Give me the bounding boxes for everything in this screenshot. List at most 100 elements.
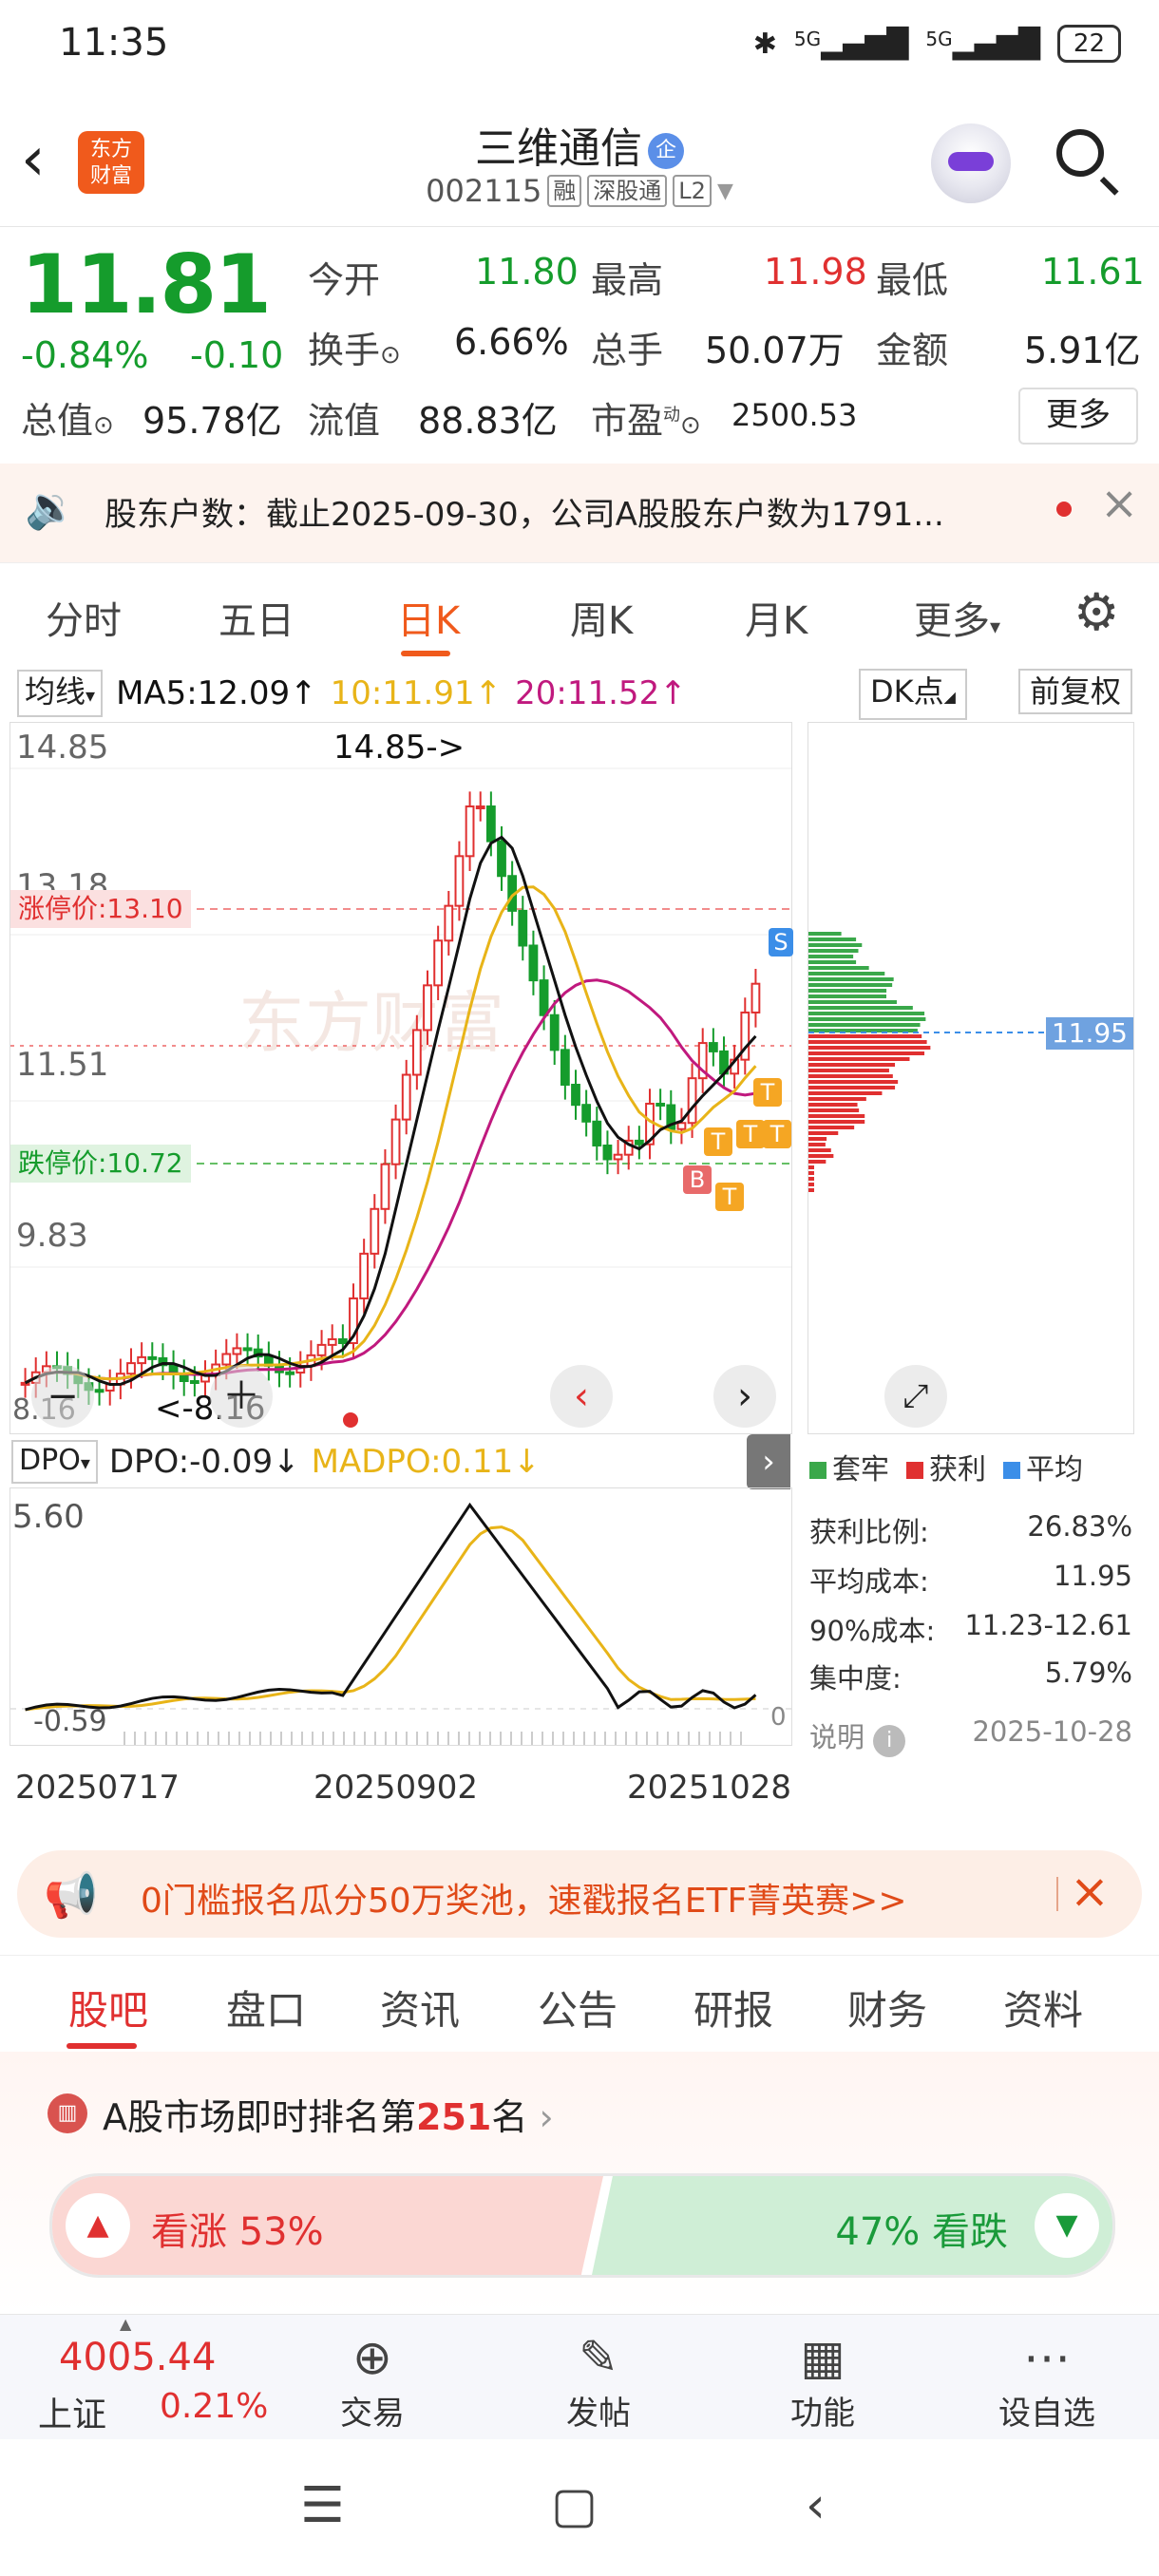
tab-intraday[interactable]: 分时 [46,590,122,645]
t-signal[interactable]: T [715,1183,744,1211]
open-value: 11.80 [475,251,579,293]
chip-bar [808,1046,931,1050]
index-value[interactable]: 4005.44 [59,2336,216,2379]
news-ticker[interactable]: 🔉 股东户数：截止2025-09-30，公司A股股东户数为1791... × [0,464,1159,562]
tab-daily-k[interactable]: 日K [397,590,460,645]
tab-five-day[interactable]: 五日 [218,590,294,645]
expand-icon[interactable]: ⤢ [884,1365,947,1428]
tab-news[interactable]: 资讯 [380,1979,460,2036]
prev-icon[interactable]: ‹ [550,1365,613,1428]
tag-connect: 深股通 [587,175,668,207]
t-signal[interactable]: T [763,1120,791,1148]
adjust-button[interactable]: 前复权 [1018,669,1133,714]
index-name[interactable]: 上证 [38,2387,106,2436]
info-tabs: 股吧 盘口 资讯 公告 研报 财务 资料 [0,1955,1159,2053]
close-icon[interactable]: × [1100,477,1138,530]
kline-svg: 东方财富 [10,767,791,1406]
tab-monthly-k[interactable]: 月K [745,590,808,645]
t-signal[interactable]: T [753,1078,782,1107]
dropdown-icon: ▼ [716,179,733,203]
chip-legend: 套牢 获利 平均 [809,1446,1083,1487]
chip-bar [808,983,893,987]
candle-up [613,1153,623,1161]
candle-up [411,1029,422,1076]
change-amount: -0.10 [190,334,284,376]
change-percent: -0.84% [21,334,149,376]
candle-up [390,1118,401,1165]
sell-signal[interactable]: S [769,928,793,957]
nav-post[interactable]: ✎ 发帖 [532,2328,665,2434]
tab-more[interactable]: 更多▾ [914,590,1000,645]
vote-up-label[interactable]: 看涨 53% [151,2201,324,2256]
candle-up [327,1337,337,1346]
dk-point-button[interactable]: DK点◢ [859,669,967,720]
chip-bar [808,1183,814,1186]
chip-bar [808,1051,925,1055]
promo-banner[interactable]: 📢 0门槛报名瓜分50万奖池，速戳报名ETF菁英赛>> × [17,1850,1142,1938]
assistant-avatar[interactable] [931,123,1011,203]
chevron-right-icon[interactable]: › [747,1434,790,1489]
candle-down [634,1139,644,1146]
candle-up [454,855,465,907]
event-dot[interactable] [343,1412,358,1428]
tag-level2: L2 [673,175,712,207]
tab-profile[interactable]: 资料 [1003,1979,1083,2036]
ma20-value: 20:11.52↑ [515,674,687,712]
candle-down [539,979,549,1016]
chip-bar [808,972,885,975]
dpo-chart[interactable]: 5.60 -0.59 0 [10,1487,792,1746]
signal-icon: 5G▂▄▆█ [793,27,909,61]
t-signal[interactable]: T [736,1120,765,1148]
candle-up [676,1122,687,1130]
date-end: 20251028 [627,1769,792,1807]
home-icon[interactable]: ▢ [551,2477,598,2534]
triangle-up-icon[interactable]: ▲ [66,2193,130,2258]
kline-chart[interactable]: 东方财富 14.85 13.18 11.51 9.83 8.16 14.85->… [10,722,793,1434]
mktcap-label[interactable]: 总值⊙ [21,391,114,444]
chip-distribution[interactable]: 11.95 ⤢ [808,722,1134,1434]
triangle-down-icon[interactable]: ▼ [1035,2193,1099,2258]
zoom-out-icon[interactable]: − [31,1365,94,1428]
nav-functions[interactable]: ▦ 功能 [756,2328,889,2434]
back-nav-icon[interactable]: ‹ [806,2477,826,2534]
legend-average: 平均 [1003,1446,1083,1487]
caret-up-icon: ▲ [120,2315,132,2333]
grid-icon: ▦ [800,2330,846,2385]
t-signal[interactable]: T [704,1127,732,1156]
turnover-value: 6.66% [454,321,569,363]
chip-bar [808,943,863,947]
nav-trade[interactable]: ⊕ 交易 [306,2328,439,2434]
turnover-label[interactable]: 换手⊙ [308,321,401,373]
dpo-svg [10,1502,791,1745]
tab-weekly-k[interactable]: 周K [570,590,633,645]
gear-icon[interactable]: ⚙ [1074,582,1119,642]
tab-orderbook[interactable]: 盘口 [226,1979,306,2036]
ranking-text[interactable]: A股市场即时排名第251名 › [103,2088,554,2140]
chip-bar [808,1108,860,1112]
nav-add-watchlist[interactable]: ⋯ 设自选 [980,2328,1113,2434]
candle-down [708,1042,718,1052]
search-icon[interactable] [1056,129,1104,177]
chip-bar [808,949,859,953]
explain-link[interactable]: 说明 i [809,1715,906,1757]
index-change[interactable]: 0.21% [160,2387,268,2426]
indicator-select[interactable]: DPO▾ [11,1440,98,1484]
zoom-in-icon[interactable]: ＋ [210,1365,273,1428]
tab-research[interactable]: 研报 [694,1979,773,2036]
y-tick: 9.83 [16,1217,88,1255]
vote-down-label[interactable]: 47% 看跌 [835,2201,1008,2256]
pe-label[interactable]: 市盈动⊙ [591,391,701,444]
close-icon[interactable]: × [1070,1864,1110,1919]
more-quote-button[interactable]: 更多 [1018,388,1138,445]
tab-finance[interactable]: 财务 [847,1979,927,2036]
menu-icon[interactable]: ☰ [300,2477,345,2534]
buy-signal[interactable]: B [683,1165,712,1194]
candle-up [221,1353,232,1366]
status-time: 11:35 [59,21,169,65]
tab-announcements[interactable]: 公告 [538,1979,618,2036]
low-label: 最低 [876,259,949,301]
tab-forum[interactable]: 股吧 [68,1979,148,2036]
candle-up [137,1355,147,1365]
next-icon[interactable]: › [713,1365,776,1428]
indicator-select[interactable]: 均线▾ [17,670,104,717]
